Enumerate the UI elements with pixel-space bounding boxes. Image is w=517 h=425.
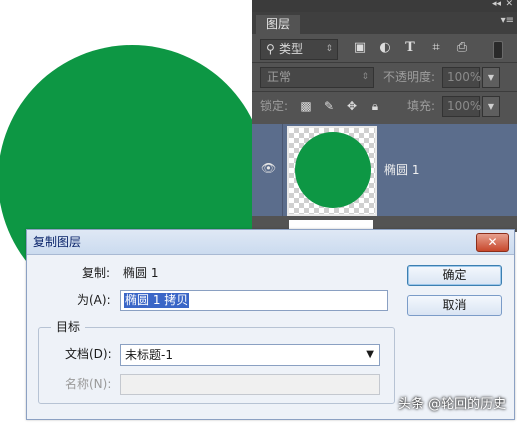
filter-type-label: 类型 bbox=[279, 42, 304, 56]
blend-mode-select[interactable]: 正常 ⇕ bbox=[260, 67, 374, 88]
divider bbox=[252, 91, 517, 92]
filter-toggle[interactable] bbox=[493, 41, 503, 59]
lock-transparent-icon[interactable]: ▩ bbox=[299, 99, 313, 113]
layer-name[interactable]: 椭圆 1 bbox=[384, 162, 419, 178]
adjustment-filter-icon[interactable]: ◐ bbox=[377, 40, 393, 56]
as-label: 为(A): bbox=[77, 293, 111, 307]
document-label: 文档(D): bbox=[65, 347, 112, 361]
panel-top-bar: ◂◂ ✕ bbox=[252, 0, 517, 12]
shape-filter-icon[interactable]: ⌗ bbox=[428, 40, 444, 56]
panel-menu-icon[interactable]: ▾≡ bbox=[501, 15, 514, 26]
as-name-input[interactable]: 椭圆 1 拷贝 bbox=[120, 290, 388, 311]
chevron-updown-icon: ⇕ bbox=[361, 72, 369, 82]
close-button[interactable]: ✕ bbox=[476, 233, 509, 252]
visibility-toggle[interactable]: 👁︎ bbox=[252, 124, 283, 216]
thumbnail-ellipse bbox=[295, 132, 371, 208]
chevron-down-icon: ▼ bbox=[366, 349, 374, 360]
document-value: 未标题-1 bbox=[125, 348, 173, 362]
opacity-dropdown-button[interactable]: ▼ bbox=[482, 67, 500, 88]
lock-all-icon[interactable]: 🔒︎ bbox=[368, 99, 382, 113]
name-input[interactable] bbox=[120, 374, 380, 395]
image-filter-icon[interactable]: ▣ bbox=[352, 40, 368, 56]
document-select[interactable]: 未标题-1 ▼ bbox=[120, 344, 380, 366]
filter-type-select[interactable]: ⚲ 类型 ⇕ bbox=[260, 39, 338, 60]
layers-panel: ◂◂ ✕ 图层 ▾≡ ⚲ 类型 ⇕ ▣ ◐ T ⌗ ⎙ 正常 ⇕ 不透明度: 1… bbox=[252, 0, 517, 232]
lock-row: 锁定: ▩ ✎ ✥ 🔒︎ 填充: 100% ▼ bbox=[252, 93, 517, 119]
lock-image-icon[interactable]: ✎ bbox=[322, 99, 336, 113]
close-icon: ✕ bbox=[487, 235, 498, 249]
smart-object-filter-icon[interactable]: ⎙ bbox=[454, 40, 470, 56]
opacity-label: 不透明度: bbox=[383, 70, 436, 84]
blend-row: 正常 ⇕ 不透明度: 100% ▼ bbox=[252, 64, 517, 90]
lock-label: 锁定: bbox=[260, 99, 289, 113]
dialog-title-bar[interactable]: 复制图层 ✕ bbox=[27, 230, 514, 255]
chevron-updown-icon: ⇕ bbox=[325, 44, 333, 54]
opacity-value: 100% bbox=[447, 70, 482, 84]
eye-icon: 👁︎ bbox=[261, 161, 277, 175]
destination-legend: 目标 bbox=[51, 319, 86, 335]
collapse-icon[interactable]: ◂◂ bbox=[492, 0, 501, 9]
search-icon: ⚲ bbox=[266, 42, 275, 56]
cancel-button[interactable]: 取消 bbox=[407, 295, 502, 316]
panel-tab-bar: 图层 ▾≡ bbox=[252, 12, 517, 34]
lock-position-icon[interactable]: ✥ bbox=[345, 99, 359, 113]
watermark: 头条 @轮回的历史 bbox=[398, 397, 507, 412]
tab-layers[interactable]: 图层 bbox=[256, 15, 300, 34]
layer-filter-row: ⚲ 类型 ⇕ ▣ ◐ T ⌗ ⎙ bbox=[252, 36, 517, 62]
name-label: 名称(N): bbox=[65, 377, 112, 391]
copy-label: 复制: bbox=[82, 266, 111, 280]
ok-button[interactable]: 确定 bbox=[407, 265, 502, 286]
close-icon[interactable]: ✕ bbox=[505, 0, 513, 9]
layer-thumbnail[interactable] bbox=[287, 126, 377, 216]
type-filter-icon[interactable]: T bbox=[402, 40, 418, 56]
layer-row[interactable]: 👁︎ 椭圆 1 bbox=[252, 124, 517, 216]
opacity-field[interactable]: 100% bbox=[442, 67, 482, 88]
as-name-value: 椭圆 1 拷贝 bbox=[124, 293, 190, 308]
duplicate-layer-dialog: 复制图层 ✕ 复制: 椭圆 1 为(A): 椭圆 1 拷贝 目标 文档(D): … bbox=[26, 229, 515, 420]
fill-dropdown-button[interactable]: ▼ bbox=[482, 96, 500, 117]
dialog-title: 复制图层 bbox=[33, 235, 82, 249]
copy-source-name: 椭圆 1 bbox=[123, 266, 159, 280]
fill-value: 100% bbox=[447, 99, 482, 113]
divider bbox=[252, 62, 517, 63]
blend-mode-value: 正常 bbox=[267, 70, 292, 84]
fill-label: 填充: bbox=[407, 99, 436, 113]
fill-field[interactable]: 100% bbox=[442, 96, 482, 117]
